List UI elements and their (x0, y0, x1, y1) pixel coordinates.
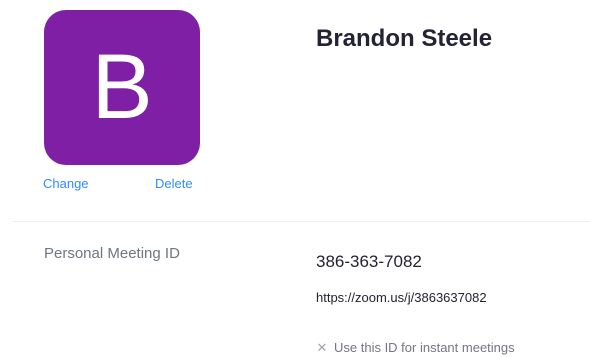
user-name: Brandon Steele (316, 25, 493, 52)
x-icon: ✕ (316, 340, 328, 355)
avatar: B (44, 10, 200, 165)
personal-meeting-id-label: Personal Meeting ID (44, 245, 180, 262)
delete-avatar-link[interactable]: Delete (155, 176, 193, 192)
personal-meeting-url: https://zoom.us/j/3863637082 (316, 290, 487, 305)
personal-meeting-id-value: 386-363-7082 (316, 252, 422, 271)
instant-meetings-label: Use this ID for instant meetings (334, 340, 515, 355)
section-divider (12, 221, 590, 222)
instant-meetings-option[interactable]: ✕ Use this ID for instant meetings (316, 340, 515, 356)
change-avatar-link[interactable]: Change (43, 176, 89, 192)
